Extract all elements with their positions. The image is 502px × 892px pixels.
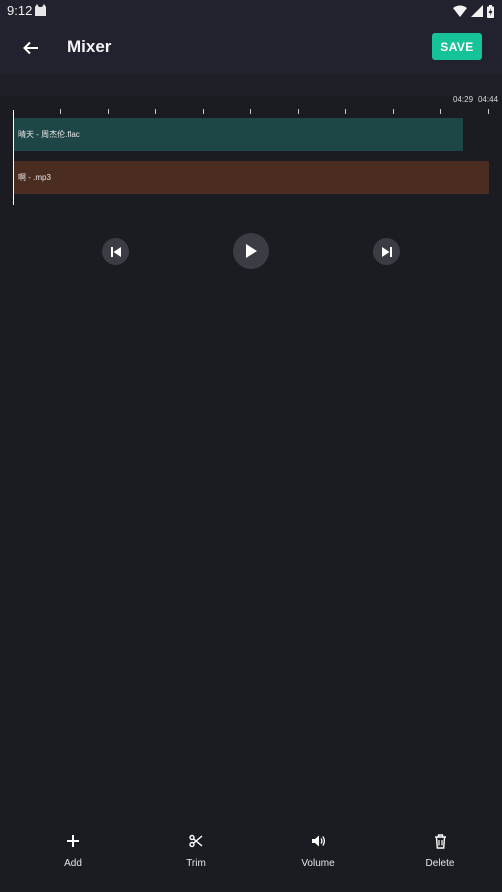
trim-label: Trim bbox=[186, 858, 206, 869]
delete-label: Delete bbox=[425, 858, 455, 869]
add-label: Add bbox=[64, 858, 82, 869]
ruler-tick bbox=[250, 109, 251, 114]
plus-icon bbox=[64, 832, 82, 850]
signal-icon bbox=[471, 5, 483, 17]
ruler-tick bbox=[108, 109, 109, 114]
trash-icon bbox=[431, 832, 449, 850]
skip-previous-icon bbox=[110, 246, 121, 257]
volume-label: Volume bbox=[301, 858, 335, 869]
ruler-tick bbox=[440, 109, 441, 114]
timeline-header bbox=[0, 74, 502, 96]
playhead[interactable] bbox=[13, 110, 14, 205]
ruler-label: 04:44 bbox=[478, 95, 499, 104]
wifi-icon bbox=[453, 5, 467, 17]
bottom-toolbar: Add Trim Volume Delete bbox=[0, 820, 502, 892]
status-bar: 9:12 bbox=[0, 0, 502, 22]
track-clip[interactable]: 啊 - .mp3 bbox=[14, 161, 489, 194]
next-button[interactable] bbox=[373, 238, 400, 265]
arrow-back-icon bbox=[23, 41, 38, 55]
ruler-tick bbox=[345, 109, 346, 114]
play-icon bbox=[246, 244, 257, 258]
previous-button[interactable] bbox=[102, 238, 129, 265]
ruler-tick bbox=[60, 109, 61, 114]
status-time: 9:12 bbox=[7, 3, 33, 18]
ruler-tick bbox=[393, 109, 394, 114]
back-button[interactable] bbox=[14, 32, 48, 64]
page-title: Mixer bbox=[67, 37, 112, 56]
volume-button[interactable]: Volume bbox=[273, 832, 363, 869]
scissors-icon bbox=[187, 832, 205, 850]
ruler-label: 04:29 bbox=[453, 95, 474, 104]
delete-button[interactable]: Delete bbox=[395, 832, 485, 869]
ruler-tick bbox=[155, 109, 156, 114]
ruler-tick bbox=[298, 109, 299, 114]
battery-icon bbox=[487, 4, 494, 18]
add-button[interactable]: Add bbox=[28, 832, 118, 869]
skip-next-icon bbox=[381, 246, 392, 257]
play-button[interactable] bbox=[233, 233, 269, 269]
track-clip[interactable]: 晴天 - 周杰伦.flac bbox=[14, 118, 463, 151]
volume-icon bbox=[309, 832, 327, 850]
save-button[interactable]: SAVE bbox=[432, 33, 482, 60]
app-notification-icon bbox=[35, 4, 46, 16]
ruler-tick bbox=[203, 109, 204, 114]
trim-button[interactable]: Trim bbox=[151, 832, 241, 869]
time-ruler: 04:29 04:44 bbox=[0, 94, 502, 118]
status-icons bbox=[453, 4, 494, 18]
app-bar: Mixer SAVE bbox=[0, 22, 502, 74]
ruler-tick bbox=[488, 109, 489, 114]
